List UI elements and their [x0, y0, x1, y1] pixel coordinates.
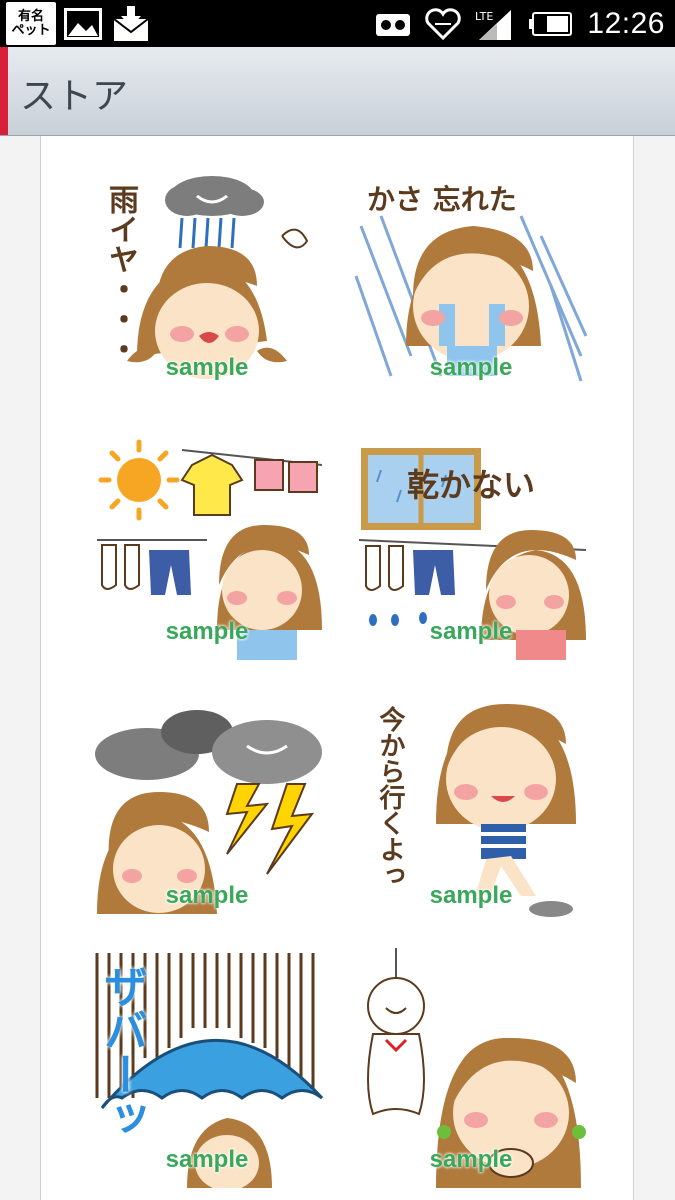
sample-watermark: sample	[429, 618, 513, 645]
sample-watermark: sample	[429, 1146, 513, 1173]
sticker-caption: ザバーッ	[96, 964, 147, 1140]
sticker-panel: 雨イヤ・・・ sample かさ 忘れた sample sample 乾かない …	[40, 136, 634, 1200]
sticker-caption: 雨イヤ・・・	[103, 184, 138, 364]
network-type: LTE	[475, 10, 493, 23]
sticker-caption: かさ 忘れた	[367, 183, 517, 216]
sticker-thunder-cloud[interactable]: sample	[87, 684, 327, 924]
sticker-sunny-laundry[interactable]: sample	[87, 420, 327, 660]
app-badge-line-2: ペット	[11, 22, 51, 38]
sample-watermark: sample	[429, 354, 513, 381]
clock: 12:26	[587, 6, 665, 40]
sticker-crying-in-rain[interactable]: かさ 忘れた sample	[351, 156, 591, 396]
sticker-caption: 今から行くよっ	[375, 706, 405, 888]
page-title: ストア	[20, 76, 129, 117]
battery-icon	[529, 11, 573, 36]
app-bar: ストア	[0, 47, 675, 136]
sample-watermark: sample	[165, 882, 249, 909]
sample-watermark: sample	[429, 882, 513, 909]
status-bar: 有名 ペット LTE 12:26	[0, 0, 675, 47]
image-icon	[64, 7, 102, 40]
sample-watermark: sample	[165, 618, 249, 645]
store-content[interactable]: 雨イヤ・・・ sample かさ 忘れた sample sample 乾かない …	[0, 136, 675, 1200]
signal-icon: LTE	[475, 9, 512, 40]
sticker-rain-cloud-girl[interactable]: 雨イヤ・・・ sample	[87, 156, 327, 396]
voicemail-icon	[376, 13, 411, 36]
sticker-caption: 乾かない	[407, 466, 536, 504]
app-bar-accent	[0, 47, 8, 135]
sticker-umbrella-downpour[interactable]: ザバーッ sample	[87, 948, 327, 1188]
sample-watermark: sample	[165, 1146, 249, 1173]
heart-icon	[425, 7, 462, 40]
sticker-running-girl[interactable]: 今から行くよっ sample	[351, 684, 591, 924]
download-mail-icon	[113, 5, 149, 41]
app-badge-line-1: 有名	[17, 8, 44, 24]
sticker-teru-teru-bozu[interactable]: sample	[351, 948, 591, 1188]
sample-watermark: sample	[165, 354, 249, 381]
app-notification-icon: 有名 ペット	[6, 2, 56, 45]
sticker-wet-laundry[interactable]: 乾かない sample	[351, 420, 591, 660]
